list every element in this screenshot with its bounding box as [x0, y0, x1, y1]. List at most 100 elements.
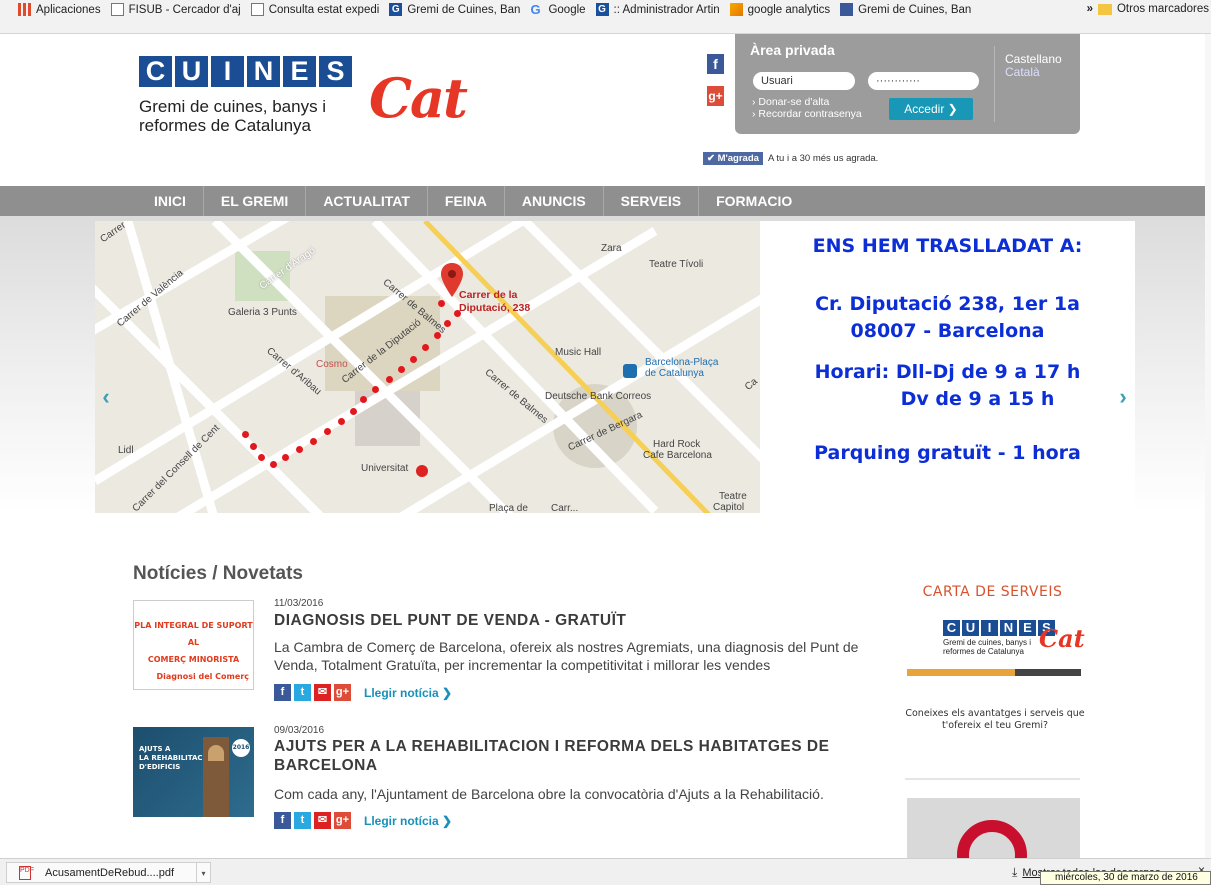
page-scrollbar[interactable]: [1205, 34, 1211, 858]
date-tooltip: miércoles, 30 de marzo de 2016: [1040, 871, 1211, 885]
slider-prev-button[interactable]: ‹: [96, 382, 116, 412]
slide-headline: ENS HEM TRASLLADAT A:: [812, 235, 1083, 257]
gremi-icon: G: [389, 3, 403, 16]
login-button[interactable]: Accedir ❯: [889, 98, 973, 120]
bookmark-analytics[interactable]: google analytics: [729, 3, 830, 16]
nav-item-el-gremi[interactable]: EL GREMI: [204, 186, 307, 216]
building-illustration: [203, 737, 229, 817]
services-card-title[interactable]: CARTA DE SERVEIS: [905, 584, 1080, 600]
news-headline[interactable]: AJUTS PER A LA REHABILITACION I REFORMA …: [274, 737, 874, 775]
map-marker-label-1: Carrer de la: [459, 289, 518, 301]
slider-next-button[interactable]: ›: [1113, 382, 1133, 412]
nav-item-actualitat[interactable]: ACTUALITAT: [306, 186, 428, 216]
bookmarks-bar: Aplicaciones FISUB - Cercador d'aj Consu…: [0, 0, 1211, 34]
read-more-link[interactable]: Llegir notícia ❯: [364, 814, 452, 828]
map-label-zara: Zara: [601, 243, 622, 254]
facebook-icon: [840, 3, 854, 16]
browser-page: { "bookmarks": { "items": [ {"label": "A…: [0, 0, 1211, 885]
services-card-logo[interactable]: C U I N E S Cat Gremi de cuines, banys i…: [905, 620, 1085, 670]
site-logo[interactable]: C U I N E S Cat Gremi de cuines, banys i…: [139, 56, 468, 135]
facebook-like-text: A tu i a 30 més us agrada.: [767, 153, 879, 164]
private-area-title: Àrea privada: [750, 42, 835, 58]
news-item: PLA INTEGRAL DE SUPORT AL COMERÇ MINORIS…: [133, 598, 873, 710]
slide-parking: Parquing gratuït - 1 hora: [814, 442, 1081, 464]
map-label-placa-1: Barcelona-Plaça: [645, 357, 719, 368]
map-label-teatre: Teatre: [719, 491, 747, 502]
nav-item-serveis[interactable]: SERVEIS: [604, 186, 700, 216]
news-headline[interactable]: DIAGNOSIS DEL PUNT DE VENDA - GRATUÏT: [274, 611, 626, 630]
language-catala-link[interactable]: Català: [1005, 65, 1040, 79]
share-google-plus-icon[interactable]: g+: [334, 812, 351, 829]
map-label-consell: Carrer del Consell de Cent: [130, 422, 222, 513]
news-body: Com cada any, l'Ajuntament de Barcelona …: [274, 786, 824, 802]
news-actions: f t ✉ g+ Llegir notícia ❯: [274, 684, 452, 701]
bookmark-fisub[interactable]: FISUB - Cercador d'aj: [110, 3, 241, 16]
google-icon: G: [530, 3, 541, 16]
download-icon: ⤓: [1012, 865, 1018, 879]
slide-text-panel: ENS HEM TRASLLADAT A: Cr. Diputació 238,…: [760, 221, 1135, 513]
other-bookmarks[interactable]: Otros marcadores: [1097, 3, 1209, 15]
map-label-cosmo: Cosmo: [316, 359, 348, 370]
logo-tagline: Gremi de cuines, banys i reformes de Cat…: [139, 97, 327, 135]
share-twitter-icon[interactable]: t: [294, 684, 311, 701]
nav-items: INICI EL GREMI ACTUALITAT FEINA ANUNCIS …: [137, 186, 809, 216]
share-email-icon[interactable]: ✉: [314, 812, 331, 829]
map-label-universitat: Universitat: [361, 463, 409, 474]
location-map[interactable]: Carrer Zara Teatre Tívoli Carrer d'Aragó…: [95, 221, 760, 513]
download-menu-button[interactable]: ▾: [196, 862, 211, 883]
share-facebook-icon[interactable]: f: [274, 812, 291, 829]
map-label-placa-2: de Catalunya: [645, 368, 704, 379]
map-label-placa-de: Plaça de: [489, 503, 528, 513]
facebook-like-button[interactable]: ✔ M'agrada: [703, 152, 763, 165]
download-filename: AcusamentDeRebud....pdf: [45, 866, 175, 879]
bookmark-apps[interactable]: Aplicaciones: [18, 3, 101, 16]
google-plus-icon[interactable]: g+: [707, 86, 724, 106]
map-label-capitol: Capitol: [713, 502, 745, 513]
map-label-street: Carrer: [98, 221, 128, 246]
page-icon: [110, 3, 124, 16]
sidebar-map-thumbnail[interactable]: [907, 798, 1080, 858]
share-facebook-icon[interactable]: f: [274, 684, 291, 701]
news-actions: f t ✉ g+ Llegir notícia ❯: [274, 812, 452, 829]
map-label-balmes-2: Carrer de Balmes: [482, 367, 550, 426]
bookmark-gremi-facebook[interactable]: Gremi de Cuines, Ban: [840, 3, 971, 16]
pdf-file-icon: PDF: [19, 865, 34, 880]
bookmark-consulta[interactable]: Consulta estat expedi: [250, 3, 379, 16]
username-input[interactable]: [753, 72, 855, 90]
news-item: AJUTS A LA REHABILITACIÓ D'EDIFICIS 2016…: [133, 725, 874, 837]
nav-item-feina[interactable]: FEINA: [428, 186, 505, 216]
language-divider: [994, 46, 995, 122]
news-thumbnail[interactable]: PLA INTEGRAL DE SUPORT AL COMERÇ MINORIS…: [133, 600, 254, 690]
slide-address: Cr. Diputació 238, 1er 1a 08007 - Barcel…: [815, 293, 1080, 342]
location-ring-icon: [957, 820, 1027, 858]
signup-link[interactable]: › Donar-se d'alta: [752, 96, 829, 108]
bookmark-google[interactable]: G Google: [530, 3, 585, 16]
bookmarks-more-button[interactable]: »: [1087, 3, 1093, 15]
download-item[interactable]: PDF AcusamentDeRebud....pdf: [6, 862, 203, 883]
nav-item-inici[interactable]: INICI: [137, 186, 204, 216]
share-email-icon[interactable]: ✉: [314, 684, 331, 701]
map-label-hardrock-2: Cafe Barcelona: [643, 450, 712, 461]
news-date: 11/03/2016: [274, 598, 324, 609]
map-label-galeria: Galeria 3 Punts: [228, 307, 297, 318]
map-label-tivoli: Teatre Tívoli: [649, 259, 704, 270]
password-input[interactable]: [868, 72, 979, 90]
slide-hours: Horari: Dll-Dj de 9 a 17 h Dv de 9 a 15 …: [814, 361, 1081, 410]
logo-letters: C U I N E S: [139, 56, 355, 87]
language-castellano-link[interactable]: Castellano: [1005, 52, 1062, 66]
nav-item-formacio[interactable]: FORMACIO: [699, 186, 809, 216]
remember-password-link[interactable]: › Recordar contrasenya: [752, 108, 862, 120]
share-google-plus-icon[interactable]: g+: [334, 684, 351, 701]
share-twitter-icon[interactable]: t: [294, 812, 311, 829]
nav-item-anuncis[interactable]: ANUNCIS: [505, 186, 604, 216]
map-label-diputacio: Carrer de la Diputació: [339, 317, 424, 386]
metro-station-icon: [623, 364, 637, 378]
apps-grid-icon: [18, 3, 31, 16]
map-label-aribau: Carrer d'Aribau: [264, 345, 324, 398]
facebook-icon[interactable]: f: [707, 54, 724, 74]
bookmark-gremi[interactable]: G Gremi de Cuines, Ban: [389, 3, 520, 16]
bookmark-admin[interactable]: G:: Administrador Artin: [595, 3, 720, 16]
read-more-link[interactable]: Llegir notícia ❯: [364, 686, 452, 700]
map-label-ca: Ca: [742, 376, 760, 393]
news-thumbnail[interactable]: AJUTS A LA REHABILITACIÓ D'EDIFICIS 2016: [133, 727, 254, 817]
